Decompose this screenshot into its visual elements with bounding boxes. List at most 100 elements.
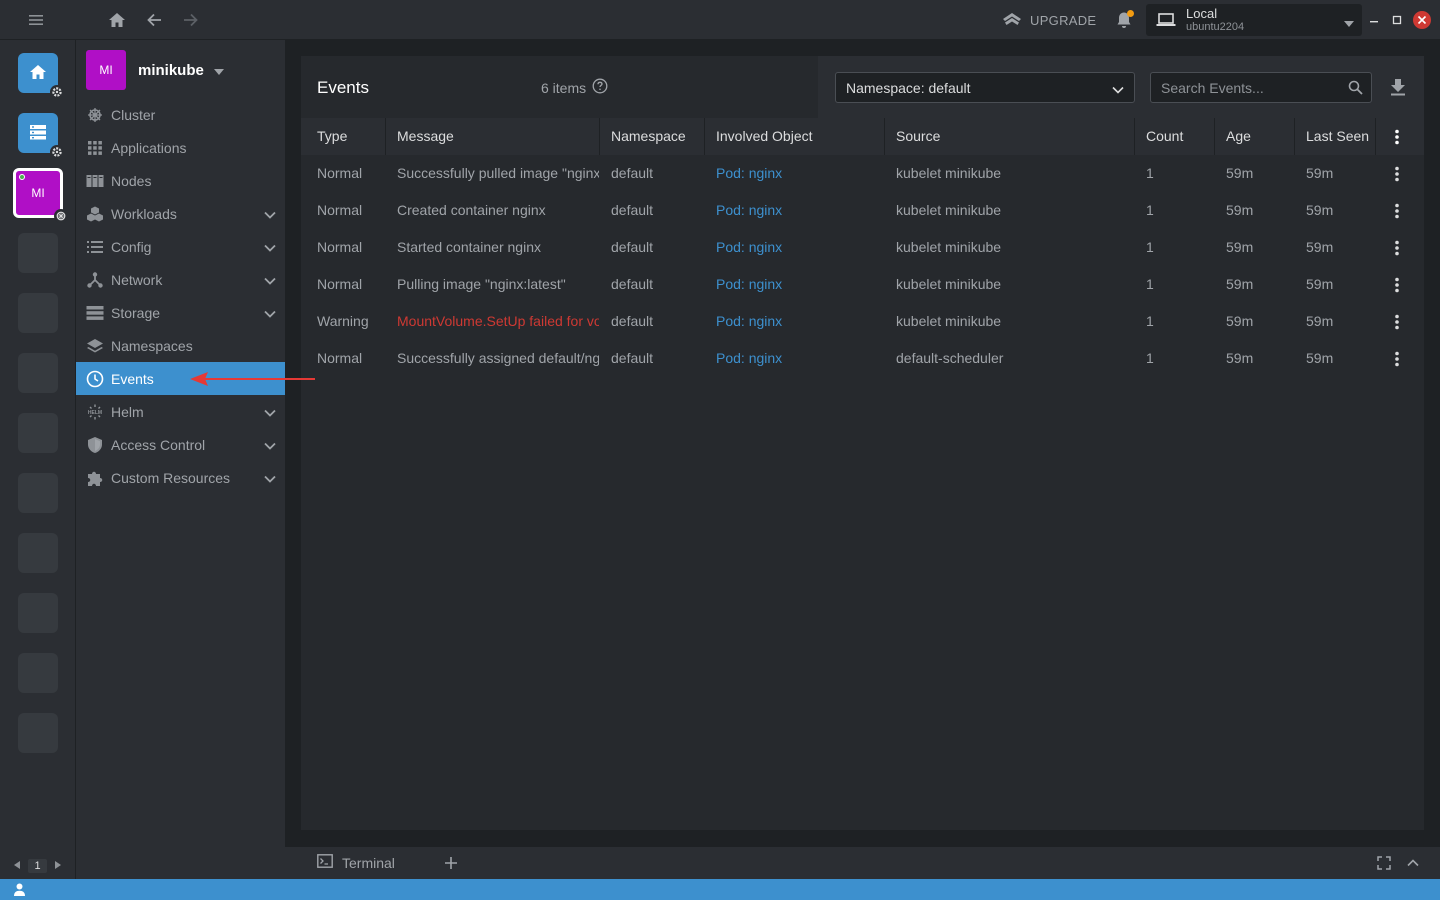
- column-header-message[interactable]: Message: [397, 118, 454, 155]
- column-header-namespace[interactable]: Namespace: [611, 118, 686, 155]
- hotbar-empty-slot[interactable]: [18, 533, 58, 573]
- download-icon[interactable]: [1388, 76, 1408, 98]
- namespace-select[interactable]: Namespace: default: [835, 72, 1135, 103]
- menu-icon[interactable]: [24, 8, 48, 32]
- cell-involved-object-link[interactable]: Pod: nginx: [716, 340, 876, 377]
- column-header-type[interactable]: Type: [317, 118, 347, 155]
- upgrade-label: UPGRADE: [1030, 12, 1097, 28]
- cell-type: Normal: [317, 239, 363, 255]
- sidebar-item-label: Nodes: [111, 172, 152, 189]
- hotbar-empty-slot[interactable]: [18, 713, 58, 753]
- maximize-icon[interactable]: [1387, 10, 1407, 30]
- column-divider: [884, 118, 885, 155]
- table-row[interactable]: Normal Successfully assigned default/ngi…: [301, 340, 1424, 377]
- cell-count: 1: [1146, 276, 1154, 292]
- cell-type: Normal: [317, 202, 363, 218]
- table-row[interactable]: Normal Successfully pulled image "nginx:…: [301, 155, 1424, 192]
- page-title: Events: [317, 78, 369, 97]
- sidebar-item-workloads[interactable]: Workloads: [76, 197, 286, 230]
- cell-source: default-scheduler: [896, 350, 1004, 366]
- cell-count: 1: [1146, 350, 1154, 366]
- table-row[interactable]: Normal Pulling image "nginx:latest" defa…: [301, 266, 1424, 303]
- column-header-source[interactable]: Source: [896, 118, 940, 155]
- cell-involved-object-link[interactable]: Pod: nginx: [716, 266, 876, 303]
- columns-menu-icon[interactable]: [1391, 127, 1403, 147]
- hotbar-empty-slot[interactable]: [18, 473, 58, 513]
- sidebar-item-applications[interactable]: Applications: [76, 131, 286, 164]
- context-selector[interactable]: Local ubuntu2204: [1146, 4, 1362, 36]
- notifications-bell-icon[interactable]: [1112, 8, 1136, 32]
- hotbar-catalog[interactable]: [18, 113, 64, 159]
- hotbar-home[interactable]: [18, 53, 64, 99]
- cell-involved-object-link[interactable]: Pod: nginx: [716, 303, 876, 340]
- row-menu-icon[interactable]: [1391, 201, 1403, 221]
- cell-age: 59m: [1226, 350, 1254, 366]
- sidebar-item-storage[interactable]: Storage: [76, 296, 286, 329]
- caret-down-icon: [213, 62, 224, 78]
- caret-down-icon: [1344, 14, 1354, 30]
- sidebar-item-label: Storage: [111, 304, 161, 321]
- terminal-tab[interactable]: Terminal: [317, 854, 395, 871]
- sidebar-item-custom-resources[interactable]: Custom Resources: [76, 461, 286, 494]
- column-header-last-seen[interactable]: Last Seen: [1306, 118, 1369, 155]
- hotbar-empty-slot[interactable]: [18, 353, 58, 393]
- column-header-involved-object[interactable]: Involved Object: [716, 118, 813, 155]
- add-tab-plus-icon[interactable]: [442, 854, 460, 872]
- row-menu-icon[interactable]: [1391, 349, 1403, 369]
- help-circle-icon[interactable]: [592, 78, 608, 97]
- row-menu-icon[interactable]: [1391, 275, 1403, 295]
- cell-namespace: default: [611, 350, 654, 366]
- cell-namespace: default: [611, 239, 654, 255]
- cluster-selector[interactable]: MI minikube: [86, 50, 276, 90]
- search-icon[interactable]: [1348, 80, 1363, 98]
- pager-next-icon[interactable]: [54, 860, 61, 872]
- cell-age: 59m: [1226, 202, 1254, 218]
- upgrade-button[interactable]: UPGRADE: [1002, 10, 1096, 30]
- cell-involved-object-link[interactable]: Pod: nginx: [716, 155, 876, 192]
- chevron-down-icon: [264, 437, 276, 453]
- row-menu-icon[interactable]: [1391, 164, 1403, 184]
- cell-namespace: default: [611, 202, 654, 218]
- hotbar-empty-slot[interactable]: [18, 293, 58, 333]
- notification-dot: [1127, 10, 1134, 17]
- sidebar-item-cluster[interactable]: Cluster: [76, 98, 286, 131]
- sidebar-item-helm[interactable]: HELM Helm: [76, 395, 286, 428]
- fullscreen-icon[interactable]: [1375, 854, 1393, 872]
- context-subtitle: ubuntu2204: [1186, 21, 1245, 33]
- forward-arrow-icon[interactable]: [179, 8, 203, 32]
- column-header-age[interactable]: Age: [1226, 118, 1251, 155]
- chevron-up-icon[interactable]: [1404, 854, 1422, 872]
- cell-involved-object-link[interactable]: Pod: nginx: [716, 229, 876, 266]
- column-header-count[interactable]: Count: [1146, 118, 1183, 155]
- table-row[interactable]: Normal Created container nginx default P…: [301, 192, 1424, 229]
- hotbar-empty-slot[interactable]: [18, 653, 58, 693]
- search-input[interactable]: [1151, 73, 1341, 102]
- sidebar-item-config[interactable]: Config: [76, 230, 286, 263]
- minimize-icon[interactable]: [1364, 10, 1384, 30]
- sidebar-item-events[interactable]: Events: [76, 362, 286, 395]
- workloads-icon: [86, 205, 104, 223]
- cell-message: Pulling image "nginx:latest": [397, 276, 566, 292]
- hotbar-empty-slot[interactable]: [18, 233, 58, 273]
- sidebar-item-label: Namespaces: [111, 337, 193, 354]
- close-window-icon[interactable]: [1412, 10, 1432, 30]
- pager-prev-icon[interactable]: [14, 860, 21, 872]
- table-row[interactable]: Normal Started container nginx default P…: [301, 229, 1424, 266]
- row-menu-icon[interactable]: [1391, 312, 1403, 332]
- hotbar-cluster-minikube[interactable]: MI: [13, 168, 68, 223]
- sidebar: MI minikube Cluster Applications Nodes W…: [75, 40, 286, 879]
- sidebar-item-nodes[interactable]: Nodes: [76, 164, 286, 197]
- catalog-icon: [29, 124, 47, 143]
- main-content: Events 6 items Namespace: default Search…: [285, 40, 1440, 846]
- cell-involved-object-link[interactable]: Pod: nginx: [716, 192, 876, 229]
- hotbar-empty-slot[interactable]: [18, 413, 58, 453]
- sidebar-item-network[interactable]: Network: [76, 263, 286, 296]
- back-arrow-icon[interactable]: [142, 8, 166, 32]
- sidebar-item-access-control[interactable]: Access Control: [76, 428, 286, 461]
- table-row[interactable]: Warning MountVolume.SetUp failed for vol…: [301, 303, 1424, 340]
- user-icon[interactable]: [12, 882, 27, 897]
- sidebar-item-namespaces[interactable]: Namespaces: [76, 329, 286, 362]
- hotbar-empty-slot[interactable]: [18, 593, 58, 633]
- row-menu-icon[interactable]: [1391, 238, 1403, 258]
- home-icon[interactable]: [105, 8, 129, 32]
